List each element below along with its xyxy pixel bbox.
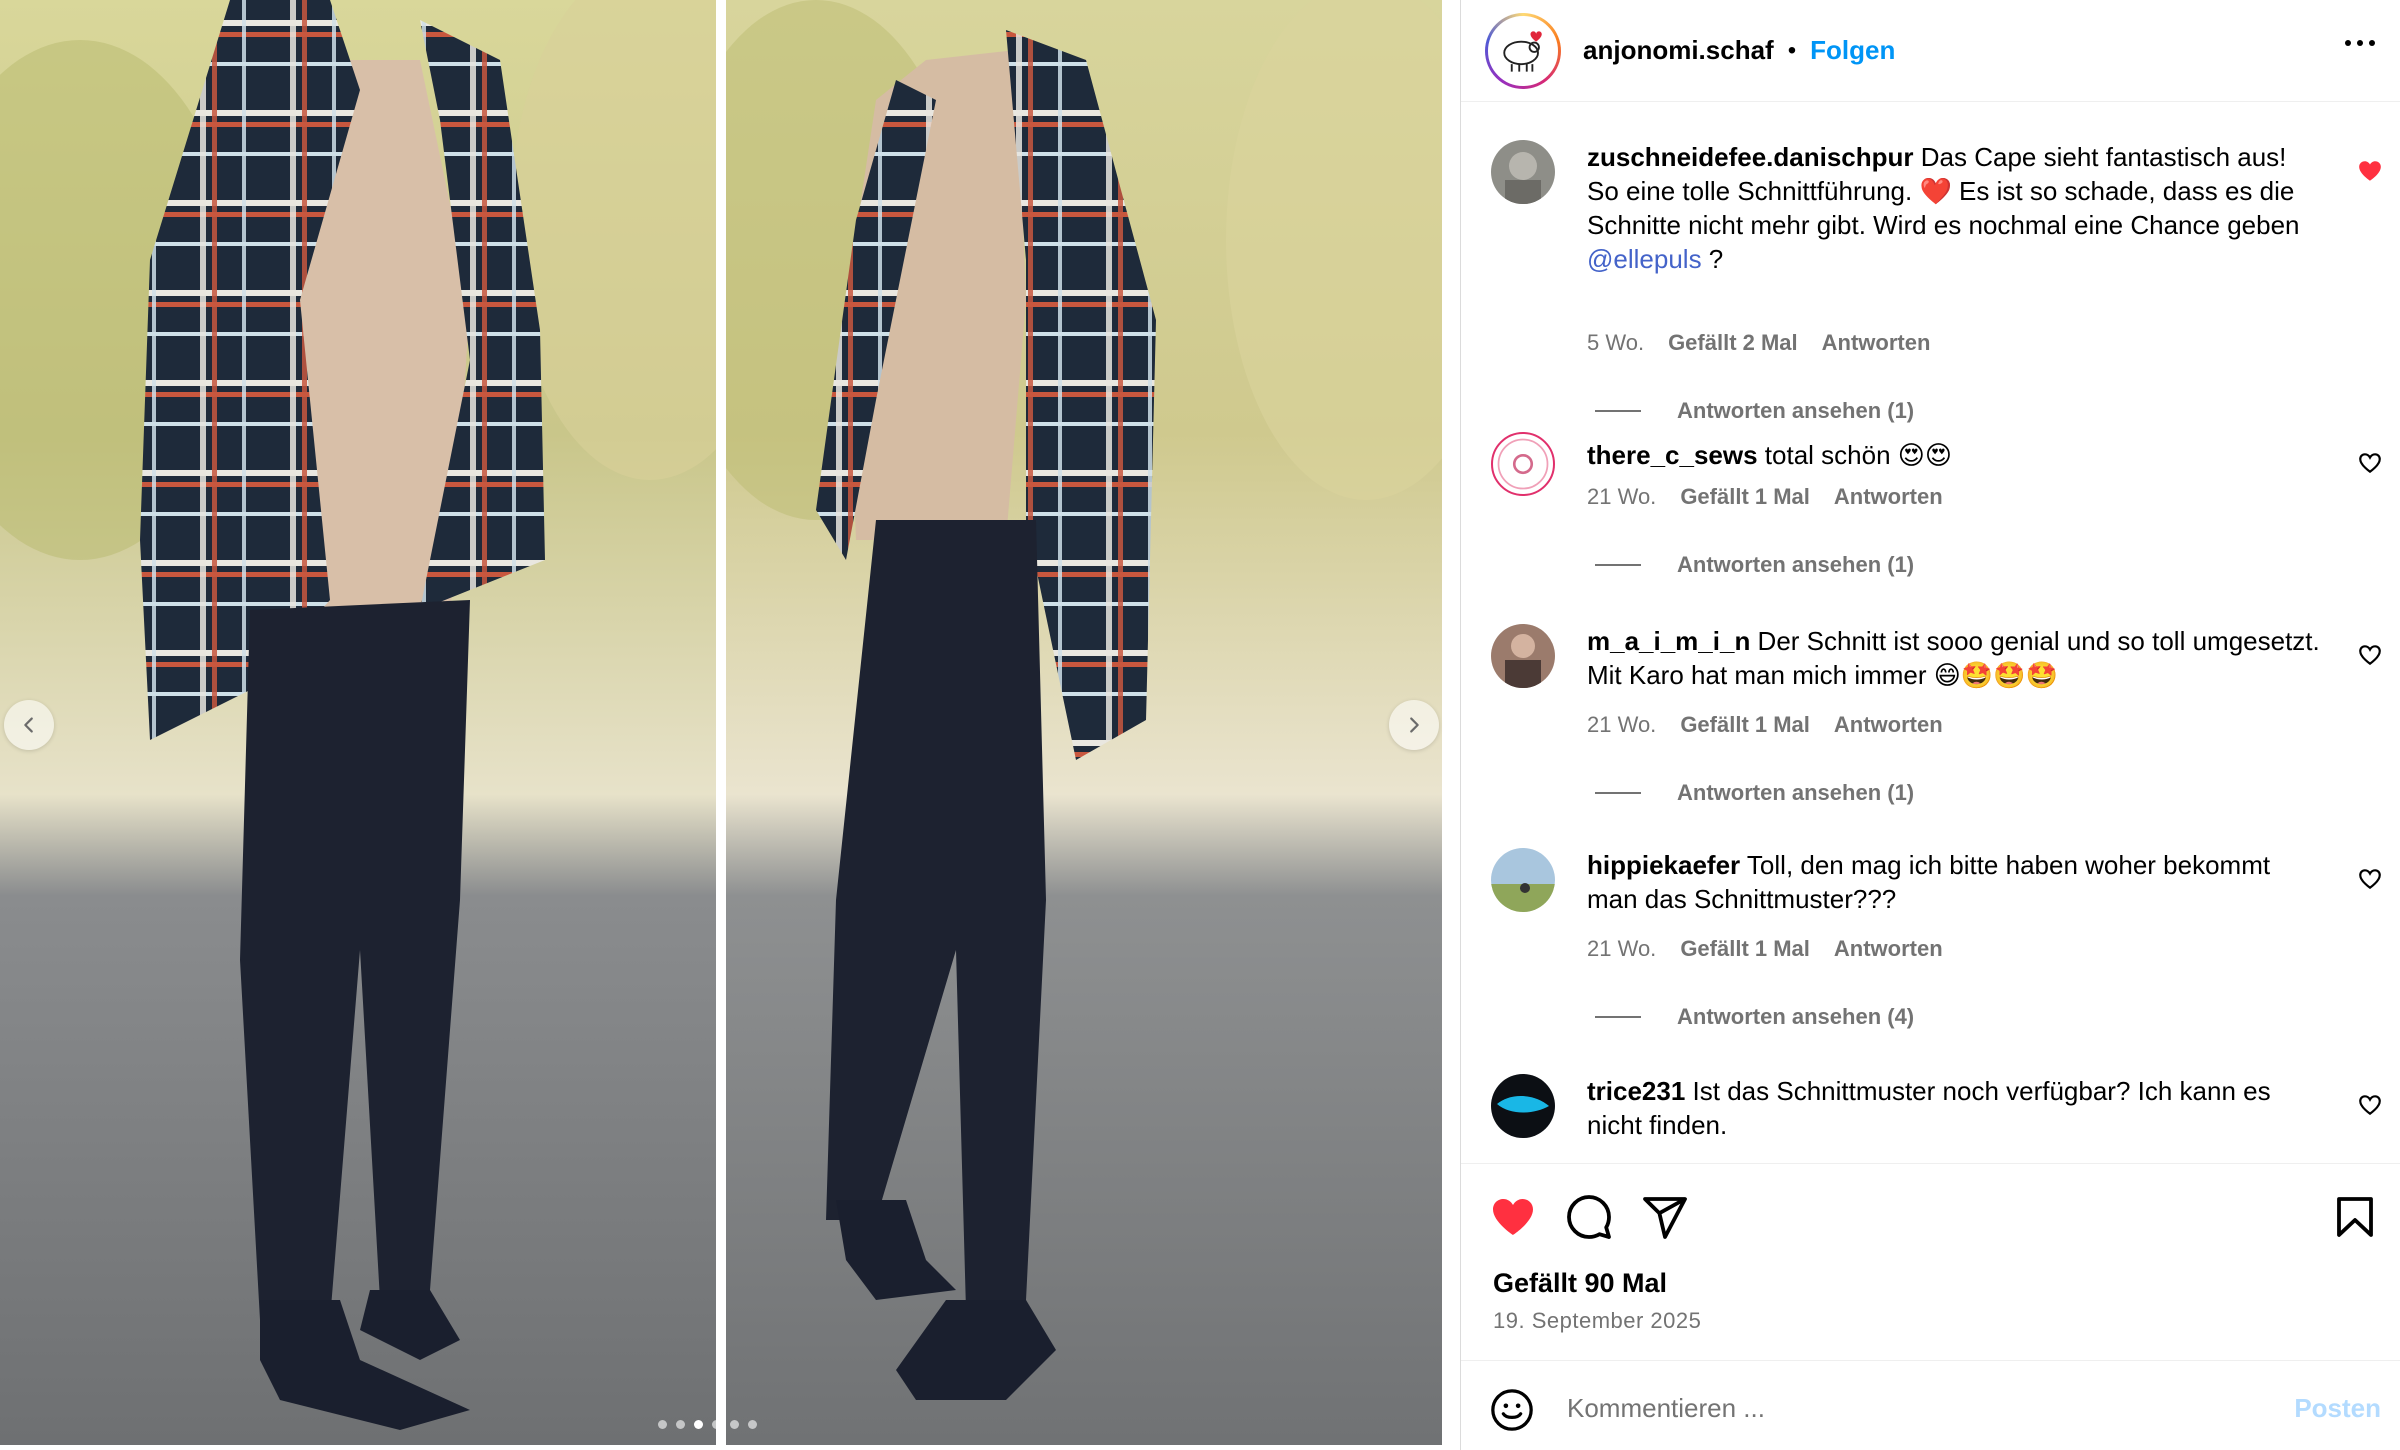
comment-username[interactable]: hippiekaefer — [1587, 850, 1740, 880]
carousel-dot[interactable] — [694, 1420, 703, 1429]
avatar-image — [1491, 848, 1555, 912]
comment-like-count[interactable]: Gefällt 1 Mal — [1680, 712, 1810, 738]
comment-like-count[interactable]: Gefällt 2 Mal — [1668, 330, 1798, 356]
view-replies-button[interactable]: Antworten ansehen (4) — [1595, 1004, 1914, 1030]
comment-username[interactable]: zuschneidefee.danischpur — [1587, 142, 1914, 172]
heart-filled-icon[interactable] — [1489, 1193, 1537, 1241]
comment-avatar[interactable] — [1491, 848, 1555, 912]
comments-list[interactable]: zuschneidefee.danischpur Das Cape sieht … — [1461, 102, 2400, 1164]
heart-outline-icon[interactable] — [2357, 642, 2383, 668]
paper-plane-icon[interactable] — [1641, 1193, 1689, 1241]
heart-filled-icon[interactable] — [2357, 158, 2383, 184]
heart-outline-icon[interactable] — [2357, 1092, 2383, 1118]
comment-username[interactable]: trice231 — [1587, 1076, 1685, 1106]
comment-like-count[interactable]: Gefällt 1 Mal — [1680, 936, 1810, 962]
comment-meta: 21 Wo. Gefällt 1 Mal Antworten — [1587, 712, 1943, 738]
comment-username[interactable]: there_c_sews — [1587, 440, 1758, 470]
comment-reply-button[interactable]: Antworten — [1834, 936, 1943, 962]
comment-reply-button[interactable]: Antworten — [1834, 484, 1943, 510]
carousel-prev-button[interactable] — [4, 700, 54, 750]
comment-avatar[interactable] — [1491, 1074, 1555, 1138]
replies-line — [1595, 564, 1641, 566]
comment-mention-link[interactable]: @ellepuls — [1587, 244, 1702, 274]
comment-text: there_c_sews total schön 😍😍 — [1587, 440, 1952, 470]
bookmark-icon[interactable] — [2331, 1193, 2379, 1241]
comment-text: m_a_i_m_i_n Der Schnitt ist sooo genial … — [1587, 626, 2320, 690]
post-details-panel: anjonomi.schaf • Folgen zuschneidefee.da… — [1460, 0, 2400, 1450]
post-date: 19. September 2025 — [1493, 1308, 1702, 1333]
comment-text: hippiekaefer Toll, den mag ich bitte hab… — [1587, 850, 2271, 914]
view-replies-button[interactable]: Antworten ansehen (1) — [1595, 780, 1914, 806]
comment-age: 21 Wo. — [1587, 712, 1657, 737]
replies-line — [1595, 1016, 1641, 1018]
carousel-dot[interactable] — [748, 1420, 757, 1429]
carousel-dot[interactable] — [730, 1420, 739, 1429]
photo-plaid-cape-front — [0, 0, 716, 1445]
comment-composer: Posten — [1461, 1361, 2400, 1450]
comment-meta: 21 Wo. Gefällt 1 Mal Antworten — [1587, 484, 1943, 510]
post-media-carousel[interactable] — [0, 0, 1460, 1450]
view-replies-button[interactable]: Antworten ansehen (1) — [1595, 398, 1914, 424]
avatar-image — [1491, 140, 1555, 204]
follow-button[interactable]: Folgen — [1810, 35, 1895, 66]
author-avatar[interactable] — [1485, 12, 1561, 89]
replies-line — [1595, 792, 1641, 794]
comment-meta: 21 Wo. Gefällt 1 Mal Antworten — [1587, 936, 1943, 962]
comment-reply-button[interactable]: Antworten — [1834, 712, 1943, 738]
comment-avatar[interactable] — [1491, 624, 1555, 688]
carousel-indicator-dots — [658, 1420, 757, 1429]
header-separator: • — [1787, 36, 1797, 64]
avatar-image — [1491, 624, 1555, 688]
comment-text: zuschneidefee.danischpur Das Cape sieht … — [1587, 142, 2300, 274]
comment-age: 21 Wo. — [1587, 936, 1657, 961]
post-actions-bar — [1461, 1185, 2400, 1245]
smiley-icon[interactable] — [1489, 1387, 1535, 1433]
comment-text: trice231 Ist das Schnittmuster noch verf… — [1587, 1076, 2271, 1140]
likes-count[interactable]: Gefällt 90 Mal — [1493, 1268, 1667, 1299]
sheep-logo-icon — [1503, 30, 1542, 72]
comment-age: 5 Wo. — [1587, 330, 1645, 355]
speech-bubble-icon[interactable] — [1565, 1193, 1613, 1241]
carousel-next-button[interactable] — [1389, 700, 1439, 750]
comment-avatar[interactable] — [1491, 140, 1555, 204]
author-username[interactable]: anjonomi.schaf — [1583, 35, 1774, 66]
post-comment-button[interactable]: Posten — [2294, 1393, 2381, 1424]
comment-age: 21 Wo. — [1587, 484, 1657, 509]
avatar-image — [1497, 438, 1549, 490]
avatar-image — [1491, 1074, 1555, 1138]
comment-input[interactable] — [1567, 1383, 2257, 1433]
replies-line — [1595, 410, 1641, 412]
chevron-left-icon — [24, 717, 33, 733]
carousel-photo-right — [726, 0, 1442, 1445]
photo-plaid-cape-side — [726, 0, 1442, 1445]
comment-meta: 5 Wo. Gefällt 2 Mal Antworten — [1587, 330, 1930, 356]
actions-divider — [1461, 1163, 2400, 1164]
chevron-right-icon — [1410, 717, 1419, 733]
carousel-dot[interactable] — [676, 1420, 685, 1429]
comment-like-count[interactable]: Gefällt 1 Mal — [1680, 484, 1810, 510]
post-header: anjonomi.schaf • Folgen — [1461, 0, 2400, 102]
more-options-icon[interactable] — [2345, 40, 2375, 46]
heart-outline-icon[interactable] — [2357, 450, 2383, 476]
view-replies-button[interactable]: Antworten ansehen (1) — [1595, 552, 1914, 578]
carousel-dot[interactable] — [712, 1420, 721, 1429]
heart-outline-icon[interactable] — [2357, 866, 2383, 892]
comment-reply-button[interactable]: Antworten — [1822, 330, 1931, 356]
comment-avatar[interactable] — [1491, 432, 1555, 496]
carousel-dot[interactable] — [658, 1420, 667, 1429]
carousel-photo-left — [0, 0, 716, 1445]
comment-username[interactable]: m_a_i_m_i_n — [1587, 626, 1750, 656]
